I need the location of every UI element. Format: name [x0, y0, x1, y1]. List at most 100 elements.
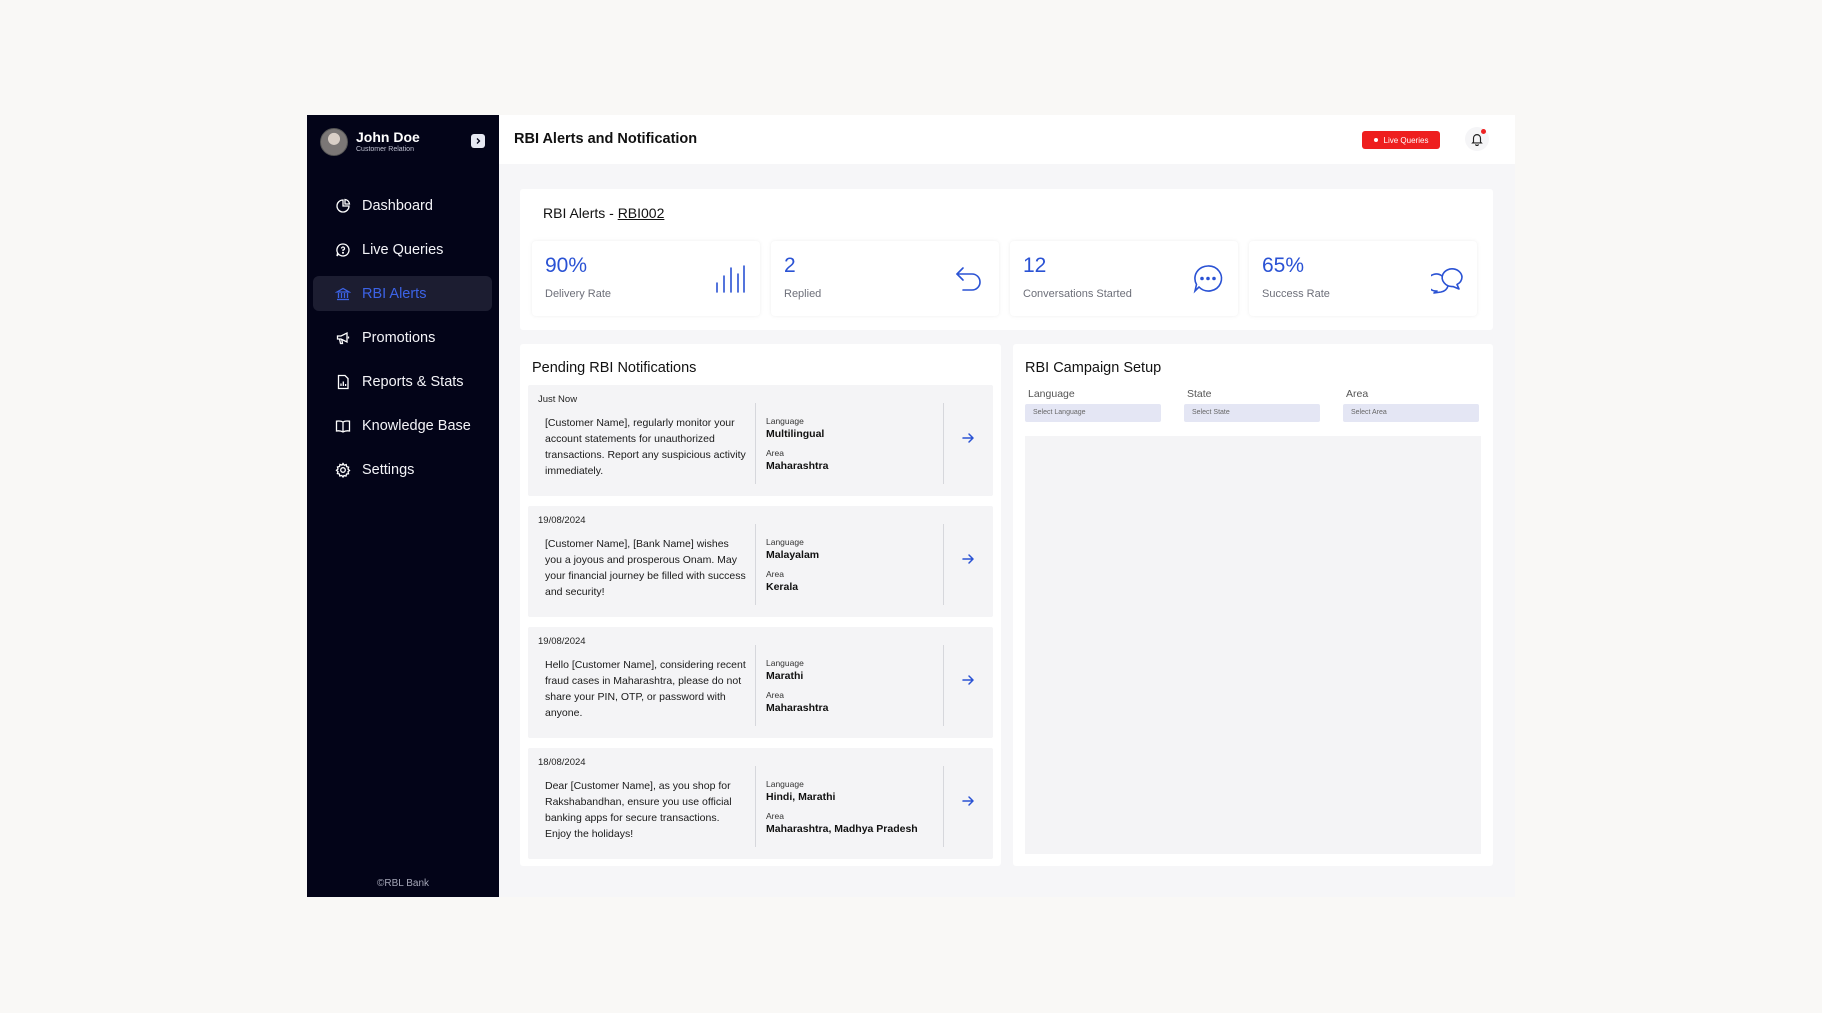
arrow-right-icon[interactable]: [960, 551, 976, 567]
area-value: Maharashtra: [766, 702, 829, 714]
language-field: Language Select Language: [1025, 388, 1161, 422]
gear-icon: [335, 461, 351, 478]
chevron-right-icon: [476, 138, 481, 144]
sidebar-item-knowledge-base[interactable]: Knowledge Base: [313, 408, 492, 443]
language-label: Language: [766, 537, 804, 547]
sidebar-item-promotions[interactable]: Promotions: [313, 320, 492, 355]
divider: [943, 524, 944, 605]
page-title: RBI Alerts and Notification: [514, 131, 698, 147]
notifications-button[interactable]: [1465, 127, 1489, 151]
stat-card-delivery-rate: 90% Delivery Rate: [532, 241, 760, 316]
sidebar-item-label: Knowledge Base: [362, 417, 471, 434]
avatar: [320, 128, 348, 156]
arrow-right-icon[interactable]: [960, 793, 976, 809]
stat-card-replied: 2 Replied: [771, 241, 999, 316]
stat-card-success-rate: 65% Success Rate: [1249, 241, 1477, 316]
bar-chart-icon: [716, 265, 745, 293]
book-icon: [335, 419, 351, 433]
sidebar: John Doe Customer Relation Dashboard Liv…: [307, 115, 499, 897]
divider: [755, 645, 756, 726]
area-select[interactable]: Select Area: [1343, 404, 1479, 422]
stat-value: 65%: [1262, 254, 1305, 277]
area-value: Kerala: [766, 581, 799, 593]
sidebar-item-rbi-alerts[interactable]: RBI Alerts: [313, 276, 492, 311]
stat-label: Success Rate: [1262, 288, 1330, 300]
area-value: Maharashtra: [766, 460, 829, 472]
notification-date: 19/08/2024: [538, 636, 586, 647]
language-value: Hindi, Marathi: [766, 791, 836, 803]
megaphone-icon: [336, 331, 350, 344]
pending-notifications-panel: Pending RBI Notifications Just Now [Cust…: [520, 344, 1001, 866]
language-value: Multilingual: [766, 428, 825, 440]
chat-bubble-icon: [1193, 265, 1223, 294]
stat-label: Delivery Rate: [545, 288, 612, 300]
stat-value: 90%: [545, 254, 588, 277]
live-queries-badge[interactable]: Live Queries: [1362, 131, 1440, 149]
area-label: Area: [766, 811, 784, 821]
notification-item[interactable]: 19/08/2024 [Customer Name], [Bank Name] …: [528, 506, 993, 617]
panel-title: Pending RBI Notifications: [532, 360, 697, 376]
pie-chart-icon: [336, 198, 351, 213]
notification-date: Just Now: [538, 394, 578, 405]
arrow-right-icon[interactable]: [960, 672, 976, 688]
language-label: Language: [766, 779, 804, 789]
language-value: Marathi: [766, 670, 804, 682]
language-select[interactable]: Select Language: [1025, 404, 1161, 422]
state-select[interactable]: Select State: [1184, 404, 1320, 422]
stat-value: 12: [1023, 254, 1047, 277]
chat-bubbles-icon: [1431, 268, 1463, 294]
live-dot-icon: [1373, 138, 1378, 142]
top-header: RBI Alerts and Notification Live Queries: [499, 115, 1515, 164]
user-role: Customer Relation: [356, 146, 414, 153]
divider: [755, 403, 756, 484]
rbi-alerts-card: RBI Alerts - RBI002 90% Delivery Rate 2 …: [520, 189, 1493, 330]
area-label: Area: [766, 690, 784, 700]
sidebar-item-reports[interactable]: Reports & Stats: [313, 364, 492, 399]
bell-icon: [1471, 134, 1483, 146]
sidebar-item-label: Promotions: [362, 329, 436, 346]
sidebar-item-dashboard[interactable]: Dashboard: [313, 188, 492, 223]
notification-item[interactable]: Just Now [Customer Name], regularly moni…: [528, 385, 993, 496]
user-name: John Doe: [356, 129, 420, 145]
arrow-right-icon[interactable]: [960, 430, 976, 446]
user-profile[interactable]: John Doe Customer Relation: [320, 128, 420, 156]
field-label: State: [1187, 388, 1212, 400]
notification-message: [Customer Name], regularly monitor your …: [545, 417, 746, 477]
stat-value: 2: [784, 254, 796, 277]
sidebar-item-live-queries[interactable]: Live Queries: [313, 232, 492, 267]
sidebar-item-label: Settings: [362, 461, 415, 478]
divider: [755, 766, 756, 847]
notification-item[interactable]: 19/08/2024 Hello [Customer Name], consid…: [528, 627, 993, 738]
sidebar-item-settings[interactable]: Settings: [313, 452, 492, 487]
alert-code-link[interactable]: RBI002: [618, 205, 665, 221]
notification-dot: [1481, 129, 1486, 134]
reply-icon: [956, 267, 981, 291]
divider: [755, 524, 756, 605]
notification-message: Dear [Customer Name], as you shop for Ra…: [545, 780, 732, 840]
area-value: Maharashtra, Madhya Pradesh: [766, 823, 918, 835]
field-label: Language: [1028, 388, 1075, 400]
report-icon: [337, 374, 349, 389]
panel-title: RBI Campaign Setup: [1025, 360, 1162, 376]
area-label: Area: [766, 448, 784, 458]
language-label: Language: [766, 658, 804, 668]
notification-item[interactable]: 18/08/2024 Dear [Customer Name], as you …: [528, 748, 993, 859]
bank-icon: [335, 287, 351, 300]
notification-message: [Customer Name], [Bank Name] wishes you …: [545, 538, 746, 598]
language-label: Language: [766, 416, 804, 426]
sidebar-item-label: RBI Alerts: [362, 285, 427, 302]
state-field: State Select State: [1184, 388, 1320, 422]
sidebar-item-label: Live Queries: [362, 241, 444, 258]
stat-card-conversations: 12 Conversations Started: [1010, 241, 1238, 316]
campaign-content-area: [1025, 436, 1481, 854]
sidebar-collapse-button[interactable]: [471, 134, 485, 148]
live-queries-label: Live Queries: [1383, 135, 1429, 145]
notification-message: Hello [Customer Name], considering recen…: [545, 659, 746, 719]
area-field: Area Select Area: [1343, 388, 1479, 422]
notification-date: 18/08/2024: [538, 757, 586, 768]
sidebar-item-label: Reports & Stats: [362, 373, 464, 390]
campaign-setup-panel: RBI Campaign Setup Language Select Langu…: [1013, 344, 1493, 866]
chat-question-icon: [336, 242, 350, 257]
stat-label: Replied: [784, 288, 822, 300]
stat-label: Conversations Started: [1023, 288, 1132, 300]
